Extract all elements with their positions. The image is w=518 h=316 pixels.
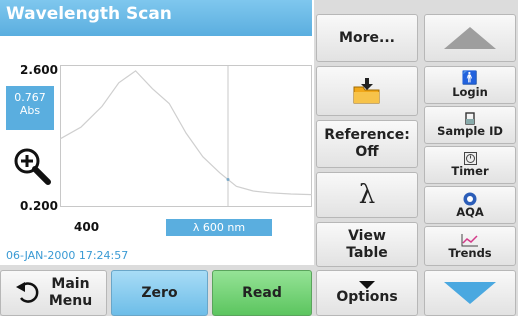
zoom-in-icon[interactable] [12,146,52,186]
more-label: More... [339,29,395,46]
y-axis-max-label: 2.600 [20,63,58,77]
view-table-label-1: View [348,227,386,244]
absorbance-readout: 0.767 Abs [6,86,54,130]
login-button[interactable]: 🚹 Login [424,66,516,104]
back-arrow-icon [15,282,39,303]
zero-label: Zero [141,284,178,301]
timer-label: Timer [451,164,489,178]
read-button[interactable]: Read [212,270,312,316]
y-axis-min-label: 0.200 [20,199,58,213]
login-label: Login [452,84,488,99]
main-menu-button[interactable]: Main Menu [0,270,107,316]
main-menu-label-2: Menu [48,293,93,309]
file-button[interactable] [316,66,418,116]
reference-button[interactable]: Reference: Off [316,120,418,168]
more-button[interactable]: More... [316,14,418,62]
sample-id-label: Sample ID [437,124,503,138]
reference-label-1: Reference: [324,127,410,143]
scroll-up-icon [444,27,496,49]
person-icon: 🚹 [461,70,479,86]
trends-label: Trends [448,245,492,260]
timestamp: 06-JAN-2000 17:24:57 [6,249,129,262]
options-arrow-icon [359,280,375,289]
trends-button[interactable]: Trends [424,226,516,266]
wavelength-button[interactable]: λ [316,172,418,218]
options-button[interactable]: Options [316,270,418,316]
sample-id-button[interactable]: Sample ID [424,106,516,144]
aqa-icon [463,192,477,205]
plot-frame [60,65,312,207]
scroll-down-icon [444,282,496,304]
scroll-up-button[interactable] [424,14,516,62]
view-table-label-2: Table [346,244,388,261]
folder-download-icon [353,78,380,104]
main-menu-label-1: Main [51,276,90,292]
absorbance-value: 0.767 [14,91,46,104]
absorbance-unit: Abs [19,104,41,117]
lambda-icon: λ [358,180,376,210]
trends-icon [461,233,478,246]
read-label: Read [242,284,282,301]
reference-label-2: Off [355,144,379,160]
zero-button[interactable]: Zero [111,270,208,316]
x-axis-min-label: 400 [74,220,100,234]
cursor-point [226,177,230,181]
view-table-button[interactable]: View Table [316,222,418,267]
aqa-button[interactable]: AQA [424,186,516,224]
page-title: Wavelength Scan [0,0,312,36]
timer-button[interactable]: Timer [424,146,516,184]
wavelength-cursor-readout[interactable]: λ 600 nm [166,219,272,236]
aqa-label: AQA [456,204,484,219]
options-label: Options [336,288,398,305]
scan-plot[interactable] [60,65,312,207]
scroll-down-button[interactable] [424,270,516,316]
